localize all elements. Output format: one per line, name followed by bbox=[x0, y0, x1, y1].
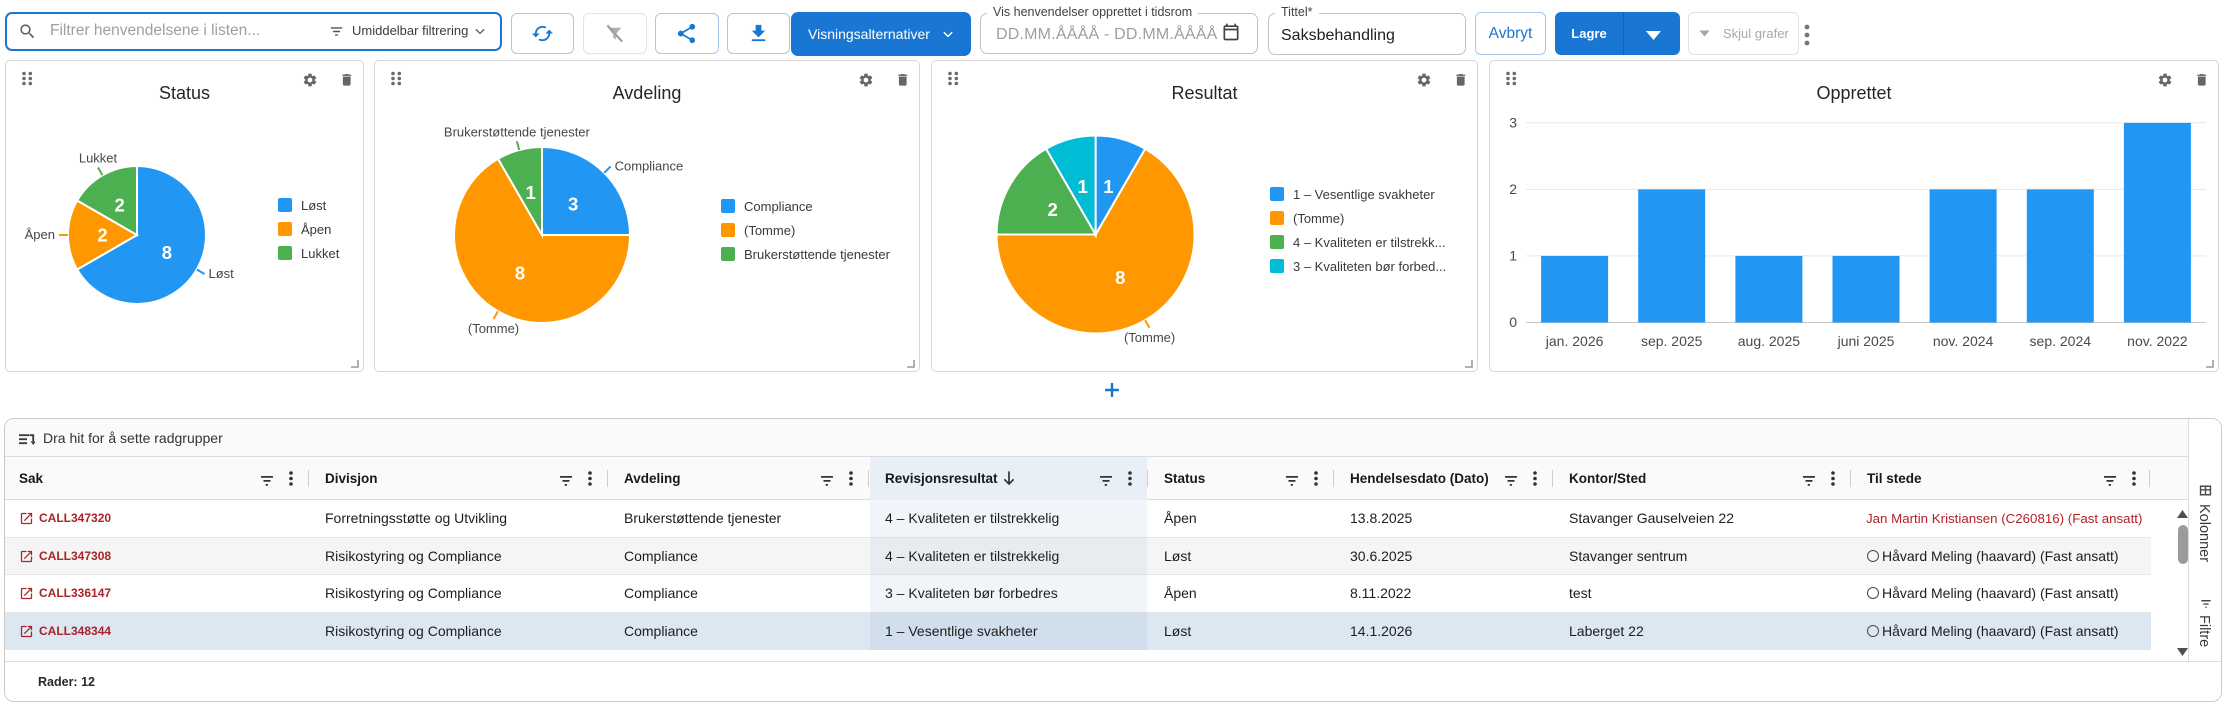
svg-text:juni 2025: juni 2025 bbox=[1837, 333, 1895, 349]
svg-text:0: 0 bbox=[1509, 314, 1517, 330]
svg-text:3: 3 bbox=[1509, 114, 1517, 130]
svg-text:sep. 2024: sep. 2024 bbox=[2030, 333, 2092, 349]
svg-text:2: 2 bbox=[1509, 181, 1517, 197]
svg-text:nov. 2022: nov. 2022 bbox=[2127, 333, 2188, 349]
svg-text:sep. 2025: sep. 2025 bbox=[1641, 333, 1703, 349]
svg-text:1: 1 bbox=[1509, 247, 1517, 263]
svg-text:nov. 2024: nov. 2024 bbox=[1933, 333, 1994, 349]
svg-text:aug. 2025: aug. 2025 bbox=[1738, 333, 1800, 349]
svg-text:jan. 2026: jan. 2026 bbox=[1545, 333, 1604, 349]
